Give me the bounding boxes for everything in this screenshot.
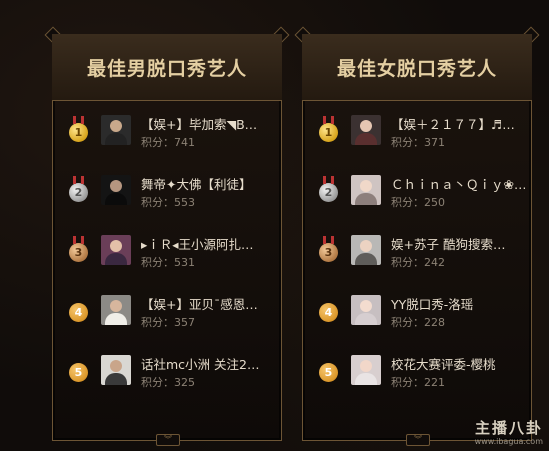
medal-ribbon — [73, 176, 84, 184]
ranking-row[interactable]: 2 Ｃｈｉｎａ丶Ｑｉｙ❀… 积分：250 — [303, 161, 531, 221]
panel-header: 最佳男脱口秀艺人 — [52, 34, 282, 101]
streamer-name[interactable]: 【娱+】毕加索◥B… — [141, 114, 275, 133]
avatar[interactable] — [101, 115, 131, 145]
avatar-figure — [355, 373, 377, 385]
ranking-row[interactable]: 1 【娱+】毕加索◥B… 积分：741 — [53, 101, 281, 161]
streamer-name[interactable]: 舞帝✦大佛【利徒】 — [141, 174, 275, 193]
score-text: 积分：371 — [391, 136, 445, 149]
score-text: 积分：228 — [391, 316, 445, 329]
best-female-talkshow-panel: 最佳女脱口秀艺人 1 【娱＋２１７７】♬… 积分：371 2 Ｃｈｉｎａ丶Ｑｉｙ❀… 积分… — [294, 26, 540, 446]
avatar[interactable] — [351, 115, 381, 145]
streamer-name[interactable]: Ｃｈｉｎａ丶Ｑｉｙ❀… — [391, 174, 525, 193]
score-text: 积分：357 — [141, 316, 195, 329]
score-text: 积分：553 — [141, 196, 195, 209]
ranking-row[interactable]: 4 YY脱口秀-洛瑶积分：228 — [303, 281, 531, 341]
streamer-name[interactable]: 话社mc小洲 关注2… — [141, 354, 275, 373]
avatar[interactable] — [351, 295, 381, 325]
medal-ribbon — [323, 236, 334, 244]
ranking-list: 1 【娱+】毕加索◥B… 积分：741 2 舞帝✦大佛【利徒】积分：553 3 ▸ｉＲ◂王小… — [53, 101, 281, 401]
ranking-row[interactable]: 3 ▸ｉＲ◂王小源阿扎… 积分：531 — [53, 221, 281, 281]
avatar-face — [110, 300, 122, 312]
rank-medal-icon: 2 — [319, 176, 338, 202]
avatar-figure — [355, 313, 377, 325]
score-text: 积分：325 — [141, 376, 195, 389]
rank-number: 1 — [324, 126, 333, 139]
avatar[interactable] — [351, 355, 381, 385]
avatar-figure — [105, 373, 127, 385]
rank-number: 5 — [324, 366, 333, 379]
avatar-face — [110, 360, 122, 372]
rank-medal-icon: 1 — [319, 116, 338, 142]
ranking-list: 1 【娱＋２１７７】♬… 积分：371 2 Ｃｈｉｎａ丶Ｑｉｙ❀… 积分：250 3 娱+苏子… — [303, 101, 531, 401]
rank-number: 3 — [324, 246, 333, 259]
panel-header: 最佳女脱口秀艺人 — [302, 34, 532, 101]
medal-ribbon — [323, 176, 334, 184]
streamer-name[interactable]: 校花大赛评委-樱桃 — [391, 354, 525, 373]
rank-number: 2 — [74, 186, 83, 199]
medal-ribbon — [73, 116, 84, 124]
avatar-figure — [105, 133, 127, 145]
avatar-face — [110, 180, 122, 192]
avatar-figure — [355, 253, 377, 265]
medal-ribbon — [73, 236, 84, 244]
rank-number: 4 — [74, 306, 83, 319]
streamer-name[interactable]: 【娱＋２１７７】♬… — [391, 114, 525, 133]
avatar-face — [360, 120, 372, 132]
rank-medal-icon: 3 — [319, 236, 338, 262]
score-text: 积分：741 — [141, 136, 195, 149]
rank-medal-icon: 1 — [69, 116, 88, 142]
rank-medal-icon: 2 — [69, 176, 88, 202]
rank-number: 1 — [74, 126, 83, 139]
rank-number: 5 — [74, 366, 83, 379]
avatar[interactable] — [101, 175, 131, 205]
avatar[interactable] — [101, 295, 131, 325]
avatar-face — [110, 240, 122, 252]
ranking-row[interactable]: 5 话社mc小洲 关注2… 积分：325 — [53, 341, 281, 401]
rank-medal-icon: 5 — [69, 363, 88, 382]
rank-number: 3 — [74, 246, 83, 259]
avatar-face — [110, 120, 122, 132]
watermark-url: www.ibagua.com — [474, 437, 543, 447]
expand-chevron-icon[interactable]: ︾ — [406, 434, 430, 446]
rank-medal-icon: 4 — [319, 303, 338, 322]
ranking-row[interactable]: 3 娱+苏子 酷狗搜索… 积分：242 — [303, 221, 531, 281]
avatar-face — [360, 300, 372, 312]
streamer-name[interactable]: 【娱+】亚贝ˉ感恩… — [141, 294, 275, 313]
streamer-name[interactable]: 娱+苏子 酷狗搜索… — [391, 234, 525, 253]
score-text: 积分：531 — [141, 256, 195, 269]
ranking-row[interactable]: 2 舞帝✦大佛【利徒】积分：553 — [53, 161, 281, 221]
streamer-name[interactable]: ▸ｉＲ◂王小源阿扎… — [141, 234, 275, 253]
rank-medal-icon: 3 — [69, 236, 88, 262]
expand-chevron-icon[interactable]: ︾ — [156, 434, 180, 446]
panel-title: 最佳男脱口秀艺人 — [86, 57, 247, 80]
rank-medal-icon: 5 — [319, 363, 338, 382]
watermark-title: 主播八卦 — [474, 419, 543, 438]
rank-medal-icon: 4 — [69, 303, 88, 322]
streamer-name[interactable]: YY脱口秀-洛瑶 — [391, 294, 525, 313]
avatar[interactable] — [351, 175, 381, 205]
rank-number: 2 — [324, 186, 333, 199]
avatar-figure — [105, 313, 127, 325]
avatar[interactable] — [101, 355, 131, 385]
site-watermark: 主播八卦 www.ibagua.com — [475, 419, 543, 447]
best-male-talkshow-panel: 最佳男脱口秀艺人 1 【娱+】毕加索◥B… 积分：741 2 舞帝✦大佛【利徒】积分：5… — [44, 26, 290, 446]
ranking-row[interactable]: 5 校花大赛评委-樱桃积分：221 — [303, 341, 531, 401]
panel-title: 最佳女脱口秀艺人 — [336, 57, 497, 80]
score-text: 积分：221 — [391, 376, 445, 389]
avatar-figure — [105, 193, 127, 205]
score-text: 积分：250 — [391, 196, 445, 209]
rank-number: 4 — [324, 306, 333, 319]
medal-ribbon — [323, 116, 334, 124]
avatar-figure — [105, 253, 127, 265]
avatar-figure — [355, 193, 377, 205]
avatar-face — [360, 180, 372, 192]
avatar-figure — [355, 133, 377, 145]
avatar[interactable] — [351, 235, 381, 265]
avatar-face — [360, 240, 372, 252]
avatar-face — [360, 360, 372, 372]
avatar[interactable] — [101, 235, 131, 265]
score-text: 积分：242 — [391, 256, 445, 269]
ranking-row[interactable]: 1 【娱＋２１７７】♬… 积分：371 — [303, 101, 531, 161]
ranking-row[interactable]: 4 【娱+】亚贝ˉ感恩… 积分：357 — [53, 281, 281, 341]
